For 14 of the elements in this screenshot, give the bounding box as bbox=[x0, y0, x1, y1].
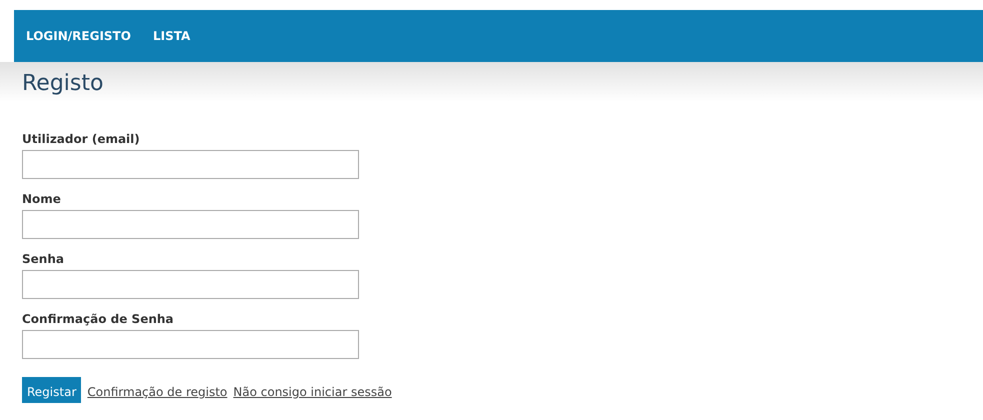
input-field[interactable] bbox=[22, 210, 359, 239]
input-field[interactable] bbox=[22, 150, 359, 179]
text-link[interactable]: Confirmação de registo bbox=[87, 385, 228, 399]
nav-link-item[interactable]: LISTA bbox=[152, 27, 190, 45]
field-label: Senha bbox=[22, 252, 65, 266]
input-field[interactable] bbox=[22, 270, 359, 299]
nav-link-item[interactable]: LOGIN/REGISTO bbox=[26, 27, 131, 45]
input-field[interactable] bbox=[22, 330, 359, 359]
field-label: Confirmação de Senha bbox=[22, 312, 175, 326]
field-label: Utilizador (email) bbox=[22, 132, 141, 146]
page-title: Registo bbox=[22, 72, 104, 96]
register-button[interactable]: Registar bbox=[22, 377, 82, 403]
field-label: Nome bbox=[22, 192, 62, 206]
text-link[interactable]: Não consigo iniciar sessão bbox=[233, 385, 392, 399]
